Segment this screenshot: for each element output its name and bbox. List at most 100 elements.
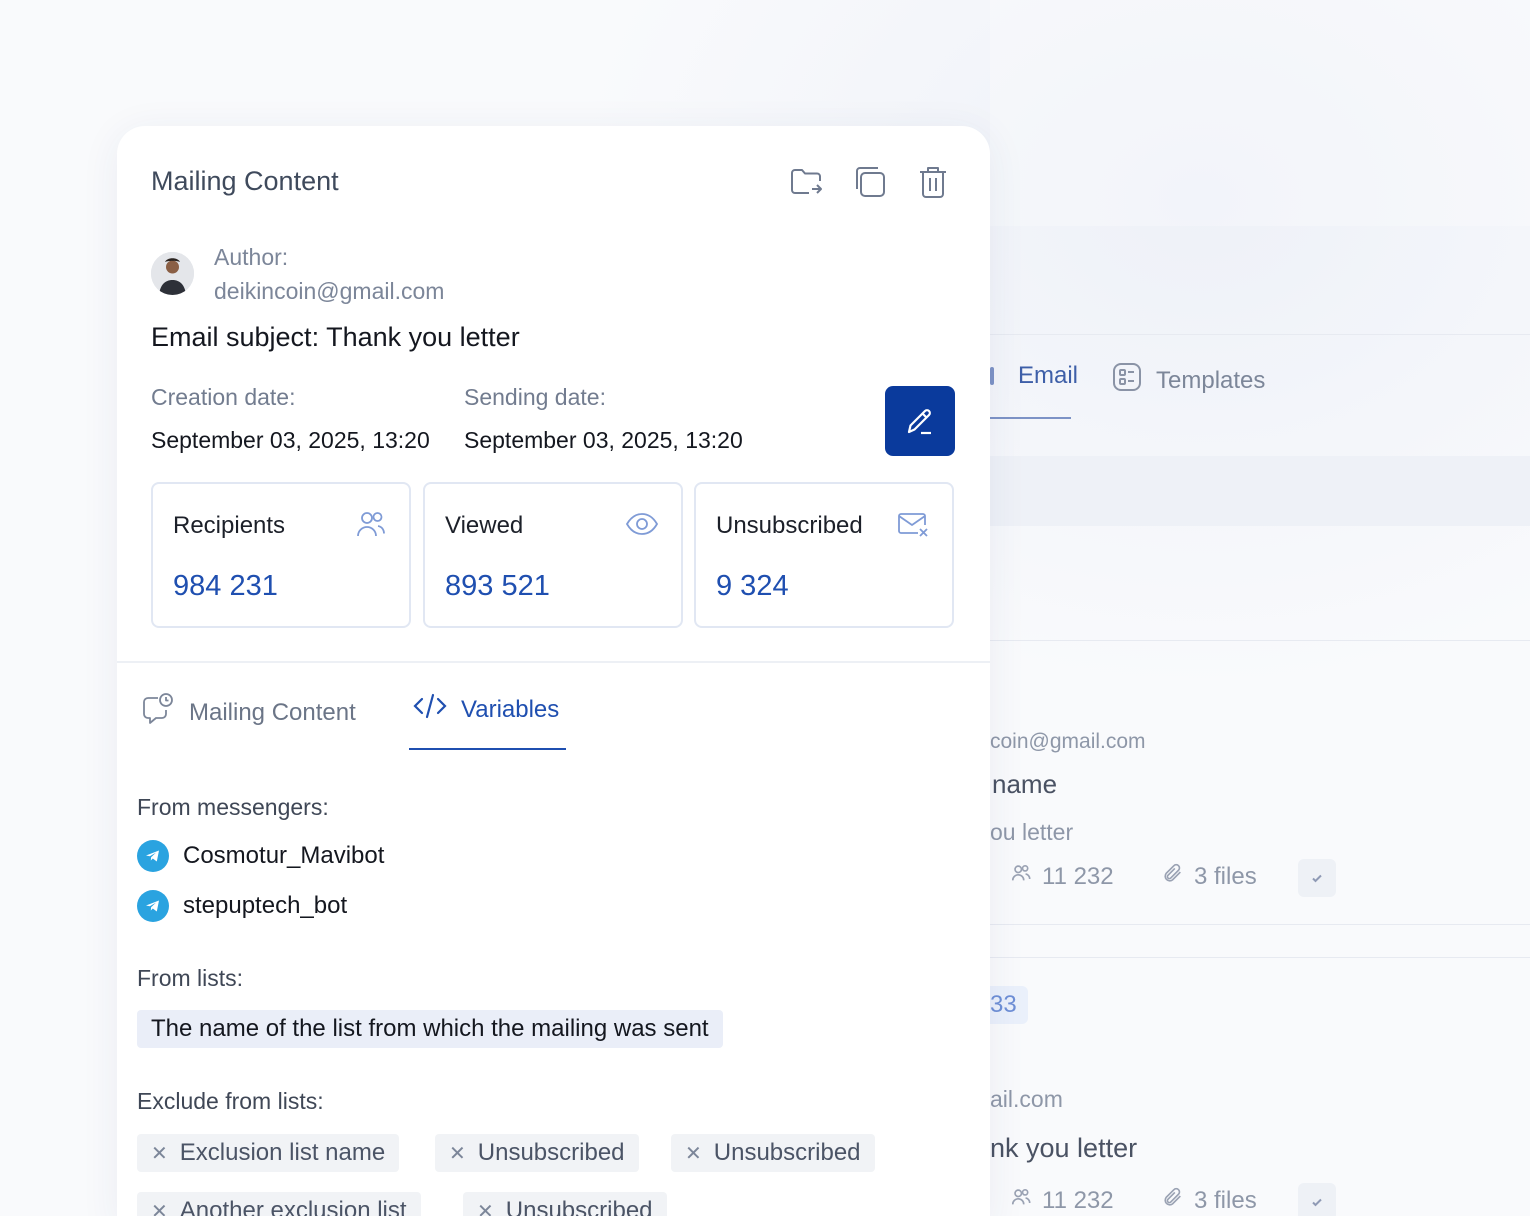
tab-variables-underline [409, 748, 566, 750]
sending-date-label: Sending date: [464, 384, 606, 410]
mailing-content-card: Mailing Content Author: deikincoin@gmail… [117, 126, 990, 1216]
background-mailing-list: Email Templates coin@gmail.com name ou l… [990, 0, 1530, 1216]
messenger-name: stepuptech_bot [183, 892, 348, 919]
paperclip-icon [1162, 862, 1184, 891]
messenger-item: stepuptech_bot [137, 890, 347, 922]
exclude-chip: ✕ Unsubscribed [671, 1134, 875, 1172]
tab-variables-label: Variables [461, 695, 560, 723]
sending-date: Sending date: September 03, 2025, 13:20 [464, 384, 743, 454]
card-title: Mailing Content [151, 166, 339, 196]
sending-date-value: September 03, 2025, 13:20 [464, 427, 743, 453]
tab-mailing-content[interactable]: Mailing Content [141, 692, 356, 733]
row-files-count: 3 files [1194, 1186, 1257, 1214]
row-badge-value: 33 [990, 991, 1017, 1018]
divider [990, 924, 1530, 925]
row-files: 3 files [1162, 862, 1257, 891]
stat-unsubscribed-label: Unsubscribed [716, 512, 863, 539]
remove-chip-icon[interactable]: ✕ [477, 1199, 494, 1216]
users-icon [1010, 862, 1032, 891]
divider [990, 334, 1530, 335]
tab-variables[interactable]: Variables [413, 692, 559, 727]
stat-recipients: Recipients 984 231 [151, 482, 411, 628]
row-name: name [992, 769, 1058, 799]
stat-viewed-value: 893 521 [445, 570, 550, 602]
row-badge: 33 [990, 986, 1028, 1024]
divider [990, 957, 1530, 958]
row-files-count: 3 files [1194, 862, 1257, 890]
from-messengers-label: From messengers: [137, 794, 329, 820]
stat-viewed-label: Viewed [445, 512, 524, 539]
row-recipients: 11 232 [1010, 862, 1114, 891]
row-recipients-count: 11 232 [1042, 862, 1114, 890]
creation-date-label: Creation date: [151, 384, 296, 410]
mail-x-icon [896, 508, 930, 545]
creation-date: Creation date: September 03, 2025, 13:20 [151, 384, 430, 454]
trash-icon [920, 167, 946, 198]
code-icon [413, 692, 447, 727]
background-top-band [990, 0, 1530, 226]
users-icon [1010, 1186, 1032, 1215]
divider [117, 661, 990, 663]
row-checkbox[interactable] [1298, 1183, 1336, 1216]
telegram-icon [137, 890, 169, 922]
from-lists-label: From lists: [137, 965, 244, 991]
delete-button[interactable] [915, 164, 951, 200]
row-recipients: 11 232 [1010, 1186, 1114, 1215]
duplicate-button[interactable] [852, 164, 888, 200]
author-block: Author: deikincoin@gmail.com [151, 240, 444, 308]
exclude-chip-label: Unsubscribed [713, 1139, 861, 1166]
exclude-chip: ✕ Exclusion list name [137, 1134, 400, 1172]
tab-templates[interactable]: Templates [1112, 362, 1265, 399]
row-email: ail.com [990, 1086, 1063, 1112]
exclude-chip-label: Unsubscribed [505, 1197, 653, 1216]
row-files: 3 files [1162, 1186, 1257, 1215]
stat-viewed: Viewed 893 521 [423, 482, 683, 628]
exclude-lists-label: Exclude from lists: [137, 1088, 324, 1114]
remove-chip-icon[interactable]: ✕ [151, 1141, 168, 1166]
email-subject: Email subject: Thank you letter [151, 322, 520, 352]
stat-recipients-value: 984 231 [173, 570, 278, 602]
tab-email[interactable]: Email [990, 362, 1078, 390]
stat-unsubscribed: Unsubscribed 9 324 [694, 482, 954, 628]
exclude-chip: ✕ Another exclusion list [137, 1192, 421, 1216]
remove-chip-icon[interactable]: ✕ [685, 1141, 702, 1166]
paperclip-icon [1162, 1186, 1184, 1215]
messenger-name: Cosmotur_Mavibot [183, 842, 385, 869]
users-icon [355, 508, 387, 545]
card-actions [789, 164, 951, 200]
telegram-icon [137, 840, 169, 872]
messenger-item: Cosmotur_Mavibot [137, 840, 384, 872]
edit-button[interactable] [885, 386, 955, 456]
pencil-icon [907, 409, 931, 435]
exclude-chip-label: Exclusion list name [179, 1139, 386, 1166]
row-subject: ou letter [990, 819, 1074, 845]
avatar [151, 252, 194, 295]
row-email: coin@gmail.com [990, 730, 1146, 753]
templates-icon [1112, 362, 1142, 399]
exclude-chip: ✕ Unsubscribed [463, 1192, 667, 1216]
stat-recipients-label: Recipients [173, 512, 286, 539]
row-checkbox[interactable] [1298, 859, 1336, 897]
row-recipients-count: 11 232 [1042, 1186, 1114, 1214]
check-icon [1312, 874, 1322, 883]
remove-chip-icon[interactable]: ✕ [151, 1199, 168, 1216]
creation-date-value: September 03, 2025, 13:20 [151, 427, 430, 453]
message-clock-icon [141, 692, 175, 733]
exclude-chip-label: Unsubscribed [477, 1139, 625, 1166]
tab-email-label: Email [1018, 362, 1079, 389]
exclude-chip: ✕ Unsubscribed [435, 1134, 639, 1172]
folder-move-icon [791, 169, 822, 194]
author-email: deikincoin@gmail.com [214, 278, 445, 304]
remove-chip-icon[interactable]: ✕ [449, 1141, 466, 1166]
tab-mailing-content-label: Mailing Content [189, 698, 356, 726]
list-chip: The name of the list from which the mail… [137, 1010, 723, 1048]
list-chip-label: The name of the list from which the mail… [151, 1015, 709, 1042]
exclude-chip-label: Another exclusion list [179, 1197, 407, 1216]
row-subject: nk you letter [990, 1133, 1138, 1163]
tab-email-underline [990, 417, 1071, 419]
table-header-band [990, 456, 1530, 526]
eye-icon [625, 508, 659, 545]
move-to-folder-button[interactable] [789, 164, 825, 200]
stat-unsubscribed-value: 9 324 [716, 570, 789, 602]
divider [990, 640, 1530, 641]
